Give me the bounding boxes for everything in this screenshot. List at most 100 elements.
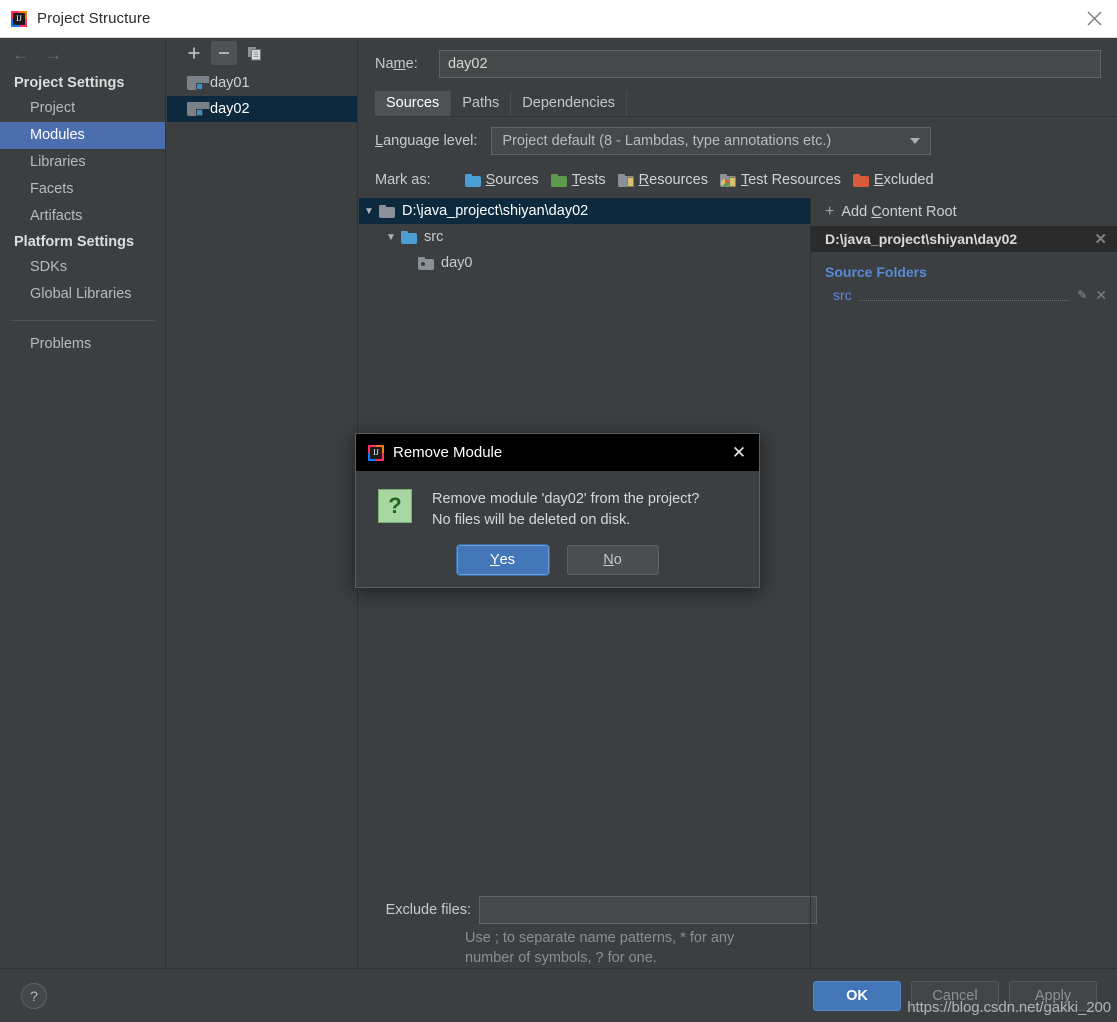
folder-blue-icon bbox=[401, 231, 417, 244]
add-content-root-label-post: ontent Root bbox=[882, 204, 957, 220]
sidebar-nav-arrows: ← → bbox=[0, 38, 165, 71]
mark-as-excluded-button[interactable]: Excluded bbox=[853, 172, 934, 188]
arrow-left-icon[interactable]: ← bbox=[12, 46, 29, 63]
window-close-button[interactable] bbox=[1071, 0, 1117, 37]
intellij-logo-icon: IJ bbox=[368, 445, 384, 461]
folder-tests-icon bbox=[551, 174, 567, 187]
help-button[interactable]: ? bbox=[21, 983, 47, 1009]
remove-module-body: ? Remove module 'day02' from the project… bbox=[356, 471, 759, 531]
yes-button[interactable]: Yes bbox=[457, 545, 549, 575]
mark-as-excluded-rest: xcluded bbox=[884, 172, 934, 188]
exclude-files-input[interactable] bbox=[479, 896, 817, 924]
plus-icon: + bbox=[825, 204, 834, 220]
mark-as-resources-rest: esources bbox=[649, 172, 708, 188]
watermark-text: https://blog.csdn.net/gakki_200 bbox=[907, 999, 1111, 1016]
mark-as-tests-rest: ests bbox=[579, 172, 606, 188]
remove-module-close-button[interactable]: ✕ bbox=[719, 443, 759, 463]
sidebar-group-project-settings: Project Settings bbox=[0, 71, 165, 95]
copy-module-button[interactable] bbox=[241, 41, 267, 65]
dialog-footer: ? OK Cancel Apply https://blog.csdn.net/… bbox=[0, 968, 1117, 1022]
mark-as-resources-button[interactable]: Resources bbox=[618, 172, 708, 188]
exclude-files-row: Exclude files: bbox=[359, 892, 1117, 928]
add-content-root-label: Add Content Root bbox=[841, 204, 956, 220]
pencil-icon[interactable]: ✎ bbox=[1077, 288, 1087, 302]
exclude-files-label: Exclude files: bbox=[365, 902, 471, 918]
mark-as-sources-button[interactable]: Sources bbox=[465, 172, 539, 188]
mark-as-tests-button[interactable]: Tests bbox=[551, 172, 606, 188]
folder-sources-icon bbox=[465, 174, 481, 187]
sidebar-item-problems[interactable]: Problems bbox=[0, 331, 165, 358]
tree-row-label: src bbox=[424, 229, 443, 245]
ok-button[interactable]: OK bbox=[813, 981, 901, 1011]
remove-content-root-icon[interactable]: ✕ bbox=[1094, 230, 1107, 248]
content-root-header: D:\java_project\shiyan\day02 ✕ bbox=[811, 226, 1117, 252]
sidebar-item-global-libraries[interactable]: Global Libraries bbox=[0, 281, 165, 308]
add-content-root-label-pre: Add bbox=[841, 204, 871, 220]
name-label-post: e: bbox=[406, 56, 418, 72]
tab-sources[interactable]: Sources bbox=[375, 91, 451, 116]
module-tabs: Sources Paths Dependencies bbox=[375, 90, 1117, 117]
name-label-pre: Na bbox=[375, 56, 394, 72]
remove-source-folder-icon[interactable]: ✕ bbox=[1095, 287, 1107, 304]
tab-dependencies[interactable]: Dependencies bbox=[511, 91, 627, 116]
module-icon bbox=[187, 102, 203, 116]
tree-row[interactable]: ▼ src bbox=[359, 224, 810, 250]
remove-module-message-line1: Remove module 'day02' from the project? bbox=[432, 489, 699, 510]
remove-module-title: Remove Module bbox=[393, 444, 719, 461]
vertical-divider bbox=[810, 266, 811, 968]
chevron-down-icon[interactable]: ▼ bbox=[359, 206, 379, 217]
sidebar-item-sdks[interactable]: SDKs bbox=[0, 254, 165, 281]
language-level-label: Language level: bbox=[375, 133, 477, 149]
language-level-label-rest: anguage level: bbox=[383, 133, 477, 149]
sidebar-item-facets[interactable]: Facets bbox=[0, 176, 165, 203]
sidebar-item-libraries[interactable]: Libraries bbox=[0, 149, 165, 176]
module-icon bbox=[187, 76, 203, 90]
module-name-label: Name: bbox=[375, 56, 439, 72]
module-list-item[interactable]: day01 bbox=[167, 70, 357, 96]
intellij-logo-letter: IJ bbox=[13, 13, 25, 25]
no-button[interactable]: No bbox=[567, 545, 659, 575]
tab-paths[interactable]: Paths bbox=[451, 91, 511, 116]
project-structure-dialog: IJ Project Structure ← → Project Setting… bbox=[0, 0, 1117, 1022]
source-folder-row[interactable]: src ✎ ✕ bbox=[811, 284, 1117, 306]
exclude-files-hint-line2: number of symbols, ? for one. bbox=[359, 948, 789, 968]
chevron-down-icon[interactable]: ▼ bbox=[381, 232, 401, 243]
module-name-input[interactable] bbox=[439, 50, 1101, 78]
folder-test-resources-icon bbox=[720, 174, 736, 187]
arrow-right-icon[interactable]: → bbox=[45, 46, 62, 63]
window-titlebar: IJ Project Structure bbox=[0, 0, 1117, 38]
tree-row[interactable]: ▼ D:\java_project\shiyan\day02 bbox=[359, 198, 810, 224]
yes-button-mnemonic: Y bbox=[490, 552, 500, 568]
sidebar-item-modules[interactable]: Modules bbox=[0, 122, 165, 149]
window-title: Project Structure bbox=[37, 10, 150, 27]
tree-row[interactable]: day0 bbox=[359, 250, 810, 276]
remove-module-button[interactable] bbox=[211, 41, 237, 65]
question-icon: ? bbox=[378, 489, 412, 523]
mark-as-sources-mnemonic: S bbox=[486, 172, 496, 188]
mark-as-tests-label: Tests bbox=[572, 172, 606, 188]
mark-as-resources-mnemonic: R bbox=[639, 172, 649, 188]
folder-gray-icon bbox=[379, 205, 395, 218]
folder-resources-icon bbox=[618, 174, 634, 187]
mark-as-tests-mnemonic: T bbox=[572, 172, 579, 188]
sidebar-divider bbox=[10, 320, 155, 321]
mark-as-test-resources-button[interactable]: Test Resources bbox=[720, 172, 841, 188]
settings-sidebar: ← → Project Settings Project Modules Lib… bbox=[0, 38, 166, 968]
module-list-item[interactable]: day02 bbox=[167, 96, 357, 122]
close-icon bbox=[1087, 11, 1102, 26]
mark-as-excluded-label: Excluded bbox=[874, 172, 934, 188]
no-button-rest: o bbox=[614, 552, 622, 568]
mark-as-test-resources-rest: est Resources bbox=[748, 172, 841, 188]
yes-button-rest: es bbox=[500, 552, 515, 568]
language-level-select[interactable]: Project default (8 - Lambdas, type annot… bbox=[491, 127, 931, 155]
sidebar-item-project[interactable]: Project bbox=[0, 95, 165, 122]
add-content-root-button[interactable]: + Add Content Root bbox=[811, 198, 1117, 226]
name-label-mnemonic: m bbox=[394, 56, 406, 72]
sidebar-item-artifacts[interactable]: Artifacts bbox=[0, 203, 165, 230]
add-module-button[interactable] bbox=[181, 41, 207, 65]
folder-dot-icon bbox=[418, 257, 434, 270]
tree-row-label: day0 bbox=[441, 255, 472, 271]
language-level-label-mnemonic: L bbox=[375, 133, 383, 149]
intellij-logo-icon: IJ bbox=[11, 11, 27, 27]
modules-toolbar bbox=[167, 38, 357, 68]
